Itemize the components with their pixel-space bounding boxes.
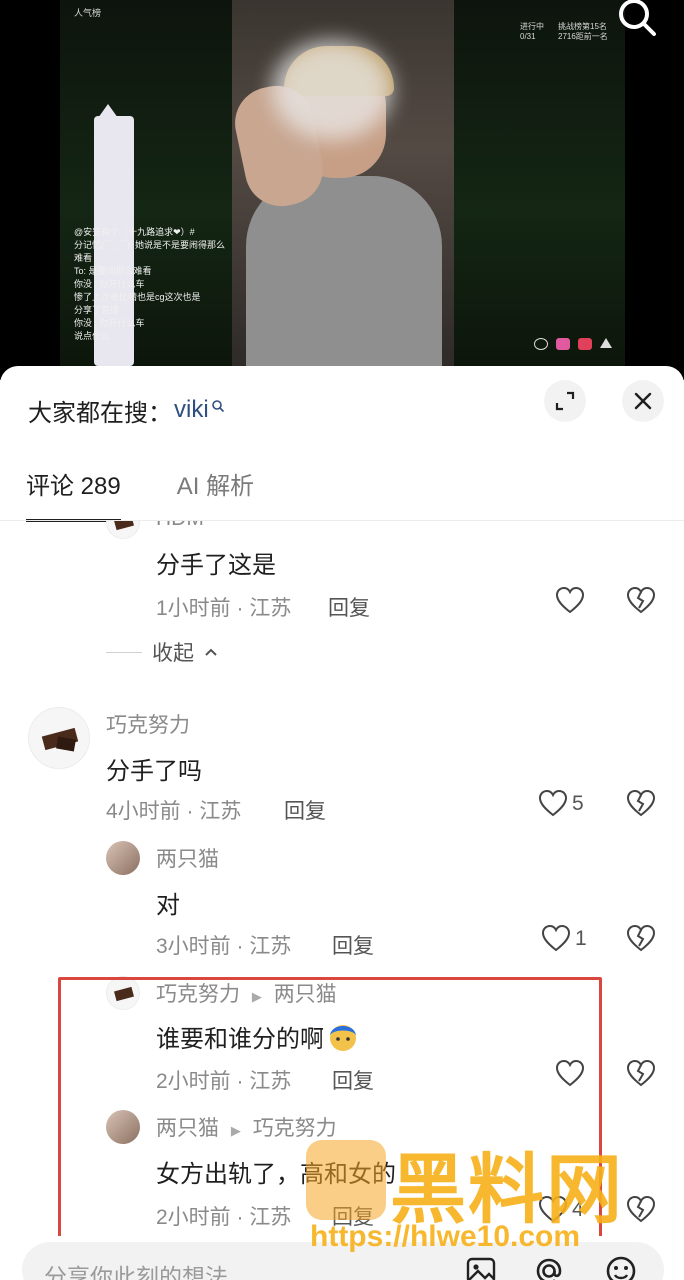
vape-smoke — [272, 40, 392, 140]
comment-meta: 2小时前 · 江苏 — [156, 1206, 292, 1229]
like-heart-icon — [538, 1195, 568, 1223]
like-heart-icon[interactable] — [555, 586, 585, 616]
close-icon — [634, 392, 652, 410]
dislike-heart-icon[interactable] — [626, 586, 656, 616]
live-video-player[interactable]: 人气榜 进行中 0/31 挑战榜第15名 2716距前一名 @安安有个（十九路追… — [0, 0, 684, 380]
search-icon[interactable] — [614, 0, 660, 40]
like-count: 5 — [572, 792, 584, 815]
close-button[interactable] — [622, 380, 664, 422]
avatar[interactable] — [106, 521, 140, 539]
reply-button[interactable]: 回复 — [328, 592, 370, 622]
chocolate-icon — [41, 727, 79, 752]
gift-icon[interactable] — [556, 338, 570, 350]
like-button[interactable]: 5 — [538, 789, 584, 819]
image-icon[interactable] — [464, 1254, 498, 1280]
hot-search-bar[interactable]: 大家都在搜： viki — [28, 392, 225, 428]
live-chat-overlay: @安安有个（十九路追求❤）# 分记忆(￣_￣): 她说是不是要闹得那么 难看 T… — [74, 226, 294, 343]
collapse-divider — [106, 651, 142, 653]
chat-line: 分享了直播 — [74, 305, 120, 315]
stream-stat: 进行中 0/31 — [520, 22, 544, 41]
hot-search-label: 大家都在搜： — [28, 399, 172, 427]
avatar[interactable] — [106, 1110, 140, 1144]
mention-icon[interactable] — [532, 1254, 566, 1280]
popularity-tag: 人气榜 — [74, 8, 102, 18]
dislike-heart-icon[interactable] — [626, 1059, 656, 1089]
chat-line: 说点什么 — [74, 331, 111, 341]
chat-line: 惨了上次爸比晴也是cg这次也是 — [74, 292, 201, 302]
comment-input-placeholder: 分享你此刻的想法 — [44, 1264, 228, 1280]
reply-to-arrow-icon: ▶ — [251, 989, 262, 1004]
collapse-label: 收起 — [152, 642, 194, 665]
like-count: 4 — [572, 1198, 584, 1221]
comment-text: 谁要和谁分的啊 — [156, 1019, 360, 1054]
dislike-heart-icon[interactable] — [626, 1195, 656, 1225]
comment-meta: 3小时前 · 江苏 — [156, 935, 292, 958]
comment-input-area: 分享你此刻的想法 — [0, 1236, 684, 1280]
collapse-replies[interactable]: 收起 — [106, 637, 218, 667]
tab-ai-analysis[interactable]: AI 解析 — [177, 466, 254, 522]
comment-list[interactable]: HDM 分手了这是 1小时前 · 江苏 回复 收起 巧克努力 分手了吗 4小时前… — [0, 521, 684, 1236]
comment-username[interactable]: 巧克努力 — [106, 709, 190, 739]
chat-line: 你没 : 你开什么车 — [74, 318, 145, 328]
like-count: 1 — [575, 927, 587, 950]
comment-text: 分手了吗 — [106, 758, 202, 785]
tab-comments[interactable]: 评论 289 — [26, 466, 121, 522]
comment-text: 女方出轨了，高和女的 — [156, 1161, 396, 1188]
comment-username[interactable]: 两只猫 — [156, 843, 219, 873]
comment-username: 两只猫 ▶ 巧克努力 — [156, 1112, 337, 1142]
like-heart-icon — [541, 924, 571, 952]
comment-meta: 4小时前 · 江苏 — [106, 800, 242, 823]
reply-to-arrow-icon: ▶ — [230, 1123, 241, 1138]
reply-author[interactable]: 巧克努力 — [156, 983, 240, 1006]
dislike-heart-icon[interactable] — [626, 789, 656, 819]
comment-text: 分手了这是 — [156, 552, 276, 579]
chat-line: To: 是要闹那么难看 — [74, 266, 152, 276]
like-button[interactable]: 4 — [538, 1195, 584, 1225]
comment-input[interactable]: 分享你此刻的想法 — [22, 1242, 664, 1280]
chocolate-icon — [114, 986, 134, 1002]
comment-sheet: 大家都在搜： viki 评论 289 AI 解析 HDM 分手了这是 1小时前 … — [0, 366, 684, 1280]
emoji-icon[interactable] — [534, 338, 548, 350]
reply-button[interactable]: 回复 — [332, 1201, 374, 1231]
like-heart-icon — [538, 789, 568, 817]
reply-author[interactable]: 两只猫 — [156, 1117, 219, 1140]
dislike-heart-icon[interactable] — [626, 924, 656, 954]
emoji-face-icon[interactable] — [604, 1254, 638, 1280]
chocolate-icon — [114, 521, 134, 531]
avatar[interactable] — [106, 976, 140, 1010]
chat-line: 你没 : 你开什么车 — [74, 279, 145, 289]
avatar[interactable] — [106, 841, 140, 875]
comment-meta: 2小时前 · 江苏 — [156, 1070, 292, 1093]
search-small-icon — [211, 400, 224, 413]
stream-rank: 挑战榜第15名 2716距前一名 — [558, 22, 608, 41]
like-heart-icon[interactable] — [555, 1059, 585, 1089]
reply-button[interactable]: 回复 — [332, 1065, 374, 1095]
expand-button[interactable] — [544, 380, 586, 422]
reply-target[interactable]: 两只猫 — [274, 983, 337, 1006]
reply-button[interactable]: 回复 — [284, 795, 326, 825]
reply-button[interactable]: 回复 — [332, 930, 374, 960]
chevron-up-icon — [205, 648, 217, 656]
chat-line: 分记忆(￣_￣): 她说是不是要闹得那么 — [74, 240, 226, 250]
like-button[interactable]: 1 — [541, 924, 587, 954]
share-arrow-icon[interactable] — [600, 338, 612, 348]
video-action-icons — [534, 338, 612, 350]
comment-username: 巧克努力 ▶ 两只猫 — [156, 978, 337, 1008]
chat-line: 难看 — [74, 253, 93, 263]
chat-line: @安安有个（十九路追求❤）# — [74, 227, 195, 237]
badge-icon[interactable] — [578, 338, 592, 350]
comment-tabs: 评论 289 AI 解析 — [26, 466, 254, 522]
avatar[interactable] — [28, 707, 90, 769]
blue-hair-emoji-icon — [330, 1025, 356, 1051]
comment-username[interactable]: HDM — [156, 521, 204, 531]
reply-target[interactable]: 巧克努力 — [253, 1117, 337, 1140]
comment-meta: 1小时前 · 江苏 — [156, 597, 292, 620]
comment-text: 对 — [156, 892, 180, 919]
hot-search-keyword[interactable]: viki — [174, 396, 209, 424]
expand-icon — [555, 391, 575, 411]
